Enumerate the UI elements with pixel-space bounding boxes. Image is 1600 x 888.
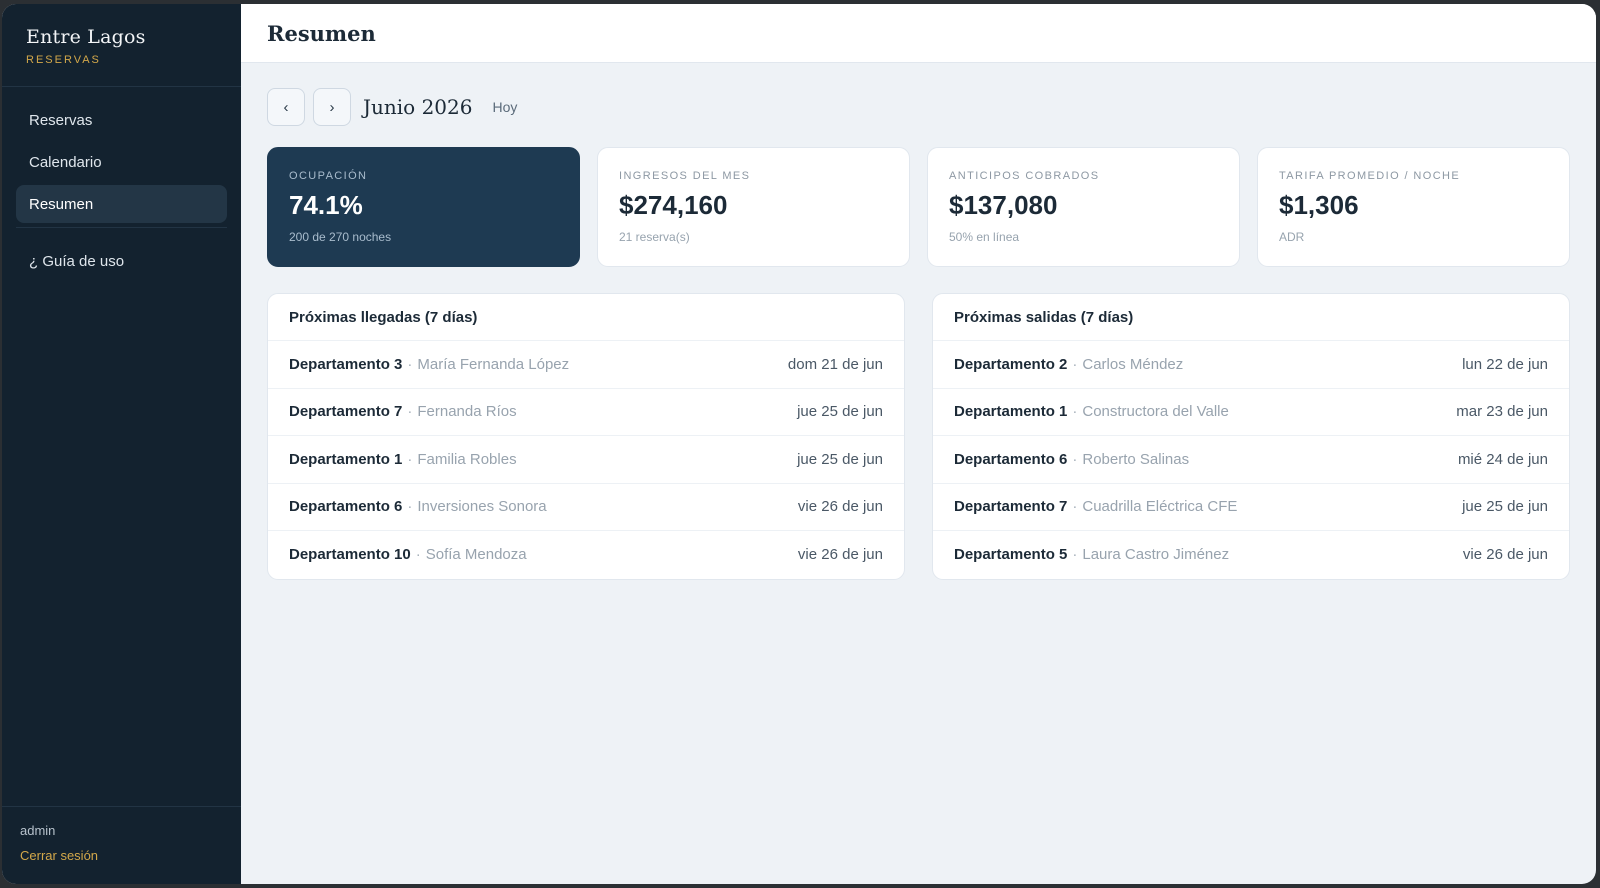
list-item[interactable]: Departamento 7 · Fernanda Ríos jue 25 de j…	[268, 389, 904, 436]
kpi-value: $274,160	[619, 190, 728, 220]
kpi-subtext: 50% en línea	[949, 230, 1020, 244]
row-date: vie 26 de jun	[797, 498, 883, 516]
separator-dot: ·	[1072, 403, 1078, 421]
list-item[interactable]: Departamento 1 · Constructora del Valle ma…	[933, 389, 1569, 436]
row-date: jue 25 de jun	[797, 403, 883, 421]
kpi-subtext: 200 de 270 noches	[289, 230, 392, 244]
separator-dot: ·	[1072, 355, 1078, 373]
app-window: Entre Lagos RESERVAS Reservas Calendario…	[2, 4, 1596, 884]
guest-name: Fernanda Ríos	[417, 403, 517, 421]
kpi-value: 74.1%	[289, 190, 363, 220]
guest-name: María Fernanda López	[417, 355, 570, 373]
list-item[interactable]: Departamento 7 · Cuadrilla Eléctrica CFE j…	[933, 484, 1569, 531]
kpi-label: ANTICIPOS COBRADOS	[949, 170, 1100, 182]
separator-dot: ·	[407, 450, 413, 468]
row-date: vie 26 de jun	[797, 546, 883, 564]
sidebar: Entre Lagos RESERVAS Reservas Calendario…	[2, 4, 241, 884]
departures-panel: Próximas salidas (7 días) Departamento 2…	[932, 293, 1570, 580]
row-date: jue 25 de jun	[1462, 498, 1548, 516]
kpi-row: OCUPACIÓN 74.1% 200 de 270 noches INGRES…	[267, 147, 1570, 267]
kpi-card-revenue: INGRESOS DEL MES $274,160 21 reserva(s)	[597, 147, 910, 267]
guest-name: Carlos Méndez	[1082, 355, 1184, 373]
sidebar-footer: admin Cerrar sesión	[2, 806, 241, 884]
sidebar-item-help[interactable]: ¿ Guía de uso	[16, 242, 227, 280]
sidebar-divider	[16, 227, 227, 228]
brand-subtitle: RESERVAS	[26, 54, 101, 66]
kpi-card-occupancy: OCUPACIÓN 74.1% 200 de 270 noches	[267, 147, 580, 267]
list-item[interactable]: Departamento 6 · Roberto Salinas mié 24 de…	[933, 436, 1569, 484]
panels: Próximas llegadas (7 días) Departamento …	[267, 293, 1570, 580]
list-item[interactable]: Departamento 5 · Laura Castro Jiménez vie …	[933, 531, 1569, 579]
next-month-button[interactable]: ›	[313, 88, 351, 126]
kpi-subtext: ADR	[1279, 230, 1305, 244]
list-item[interactable]: Departamento 2 · Carlos Méndez lun 22 de j…	[933, 341, 1569, 389]
unit-name: Departamento 3	[289, 355, 403, 373]
row-date: mié 24 de jun	[1457, 450, 1548, 468]
separator-dot: ·	[407, 498, 413, 516]
kpi-label: INGRESOS DEL MES	[619, 170, 751, 182]
logout-link[interactable]: Cerrar sesión	[20, 848, 98, 863]
separator-dot: ·	[407, 355, 413, 373]
chevron-right-icon: ›	[329, 98, 335, 116]
list-item[interactable]: Departamento 3 · María Fernanda López dom …	[268, 341, 904, 389]
guest-name: Constructora del Valle	[1082, 403, 1229, 421]
current-user: admin	[20, 823, 56, 838]
list-item[interactable]: Departamento 10 · Sofía Mendoza vie 26 de …	[268, 531, 904, 579]
kpi-value: $1,306	[1279, 190, 1359, 220]
content: ‹ › Junio 2026 Hoy OCUPACIÓN 74.1% 200 d…	[241, 63, 1596, 605]
prev-month-button[interactable]: ‹	[267, 88, 305, 126]
row-date: vie 26 de jun	[1462, 546, 1548, 564]
unit-name: Departamento 6	[289, 498, 403, 516]
guest-name: Cuadrilla Eléctrica CFE	[1082, 498, 1238, 516]
guest-name: Sofía Mendoza	[425, 546, 527, 564]
topbar: Resumen	[241, 4, 1596, 63]
sidebar-item-calendario[interactable]: Calendario	[16, 143, 227, 181]
separator-dot: ·	[415, 546, 421, 564]
guest-name: Laura Castro Jiménez	[1082, 546, 1230, 564]
main-area: Resumen ‹ › Junio 2026 Hoy OCUPACIÓN 74.…	[241, 4, 1596, 884]
kpi-card-deposits: ANTICIPOS COBRADOS $137,080 50% en línea	[927, 147, 1240, 267]
panel-title: Próximas llegadas (7 días)	[268, 294, 904, 341]
unit-name: Departamento 7	[954, 498, 1068, 516]
separator-dot: ·	[1072, 450, 1078, 468]
sidebar-item-resumen[interactable]: Resumen	[16, 185, 227, 223]
row-date: jue 25 de jun	[797, 450, 883, 468]
list-item[interactable]: Departamento 1 · Familia Robles jue 25 de …	[268, 436, 904, 484]
guest-name: Familia Robles	[417, 450, 517, 468]
separator-dot: ·	[1072, 498, 1078, 516]
guest-name: Inversiones Sonora	[417, 498, 547, 516]
month-navigation: ‹ › Junio 2026 Hoy	[267, 88, 1570, 126]
kpi-card-adr: TARIFA PROMEDIO / NOCHE $1,306 ADR	[1257, 147, 1570, 267]
today-button[interactable]: Hoy	[492, 99, 517, 115]
kpi-label: OCUPACIÓN	[289, 170, 368, 182]
guest-name: Roberto Salinas	[1082, 450, 1190, 468]
kpi-subtext: 21 reserva(s)	[619, 230, 690, 244]
panel-title: Próximas salidas (7 días)	[933, 294, 1569, 341]
unit-name: Departamento 7	[289, 403, 403, 421]
unit-name: Departamento 2	[954, 355, 1068, 373]
sidebar-nav: Reservas Calendario Resumen ¿ Guía de us…	[2, 87, 241, 284]
arrivals-panel: Próximas llegadas (7 días) Departamento …	[267, 293, 905, 580]
unit-name: Departamento 6	[954, 450, 1068, 468]
unit-name: Departamento 1	[289, 450, 403, 468]
row-date: dom 21 de jun	[787, 355, 883, 373]
brand-name: Entre Lagos	[26, 26, 146, 48]
kpi-value: $137,080	[949, 190, 1058, 220]
unit-name: Departamento 10	[289, 546, 411, 564]
page-title: Resumen	[267, 20, 376, 46]
kpi-label: TARIFA PROMEDIO / NOCHE	[1279, 170, 1461, 182]
month-label: Junio 2026	[363, 95, 473, 119]
list-item[interactable]: Departamento 6 · Inversiones Sonora vie 26…	[268, 484, 904, 531]
sidebar-item-reservas[interactable]: Reservas	[16, 101, 227, 139]
chevron-left-icon: ‹	[283, 98, 289, 116]
row-date: mar 23 de jun	[1456, 403, 1548, 421]
row-date: lun 22 de jun	[1462, 355, 1548, 373]
brand: Entre Lagos RESERVAS	[2, 4, 241, 87]
unit-name: Departamento 1	[954, 403, 1068, 421]
separator-dot: ·	[1072, 546, 1078, 564]
unit-name: Departamento 5	[954, 546, 1068, 564]
separator-dot: ·	[407, 403, 413, 421]
